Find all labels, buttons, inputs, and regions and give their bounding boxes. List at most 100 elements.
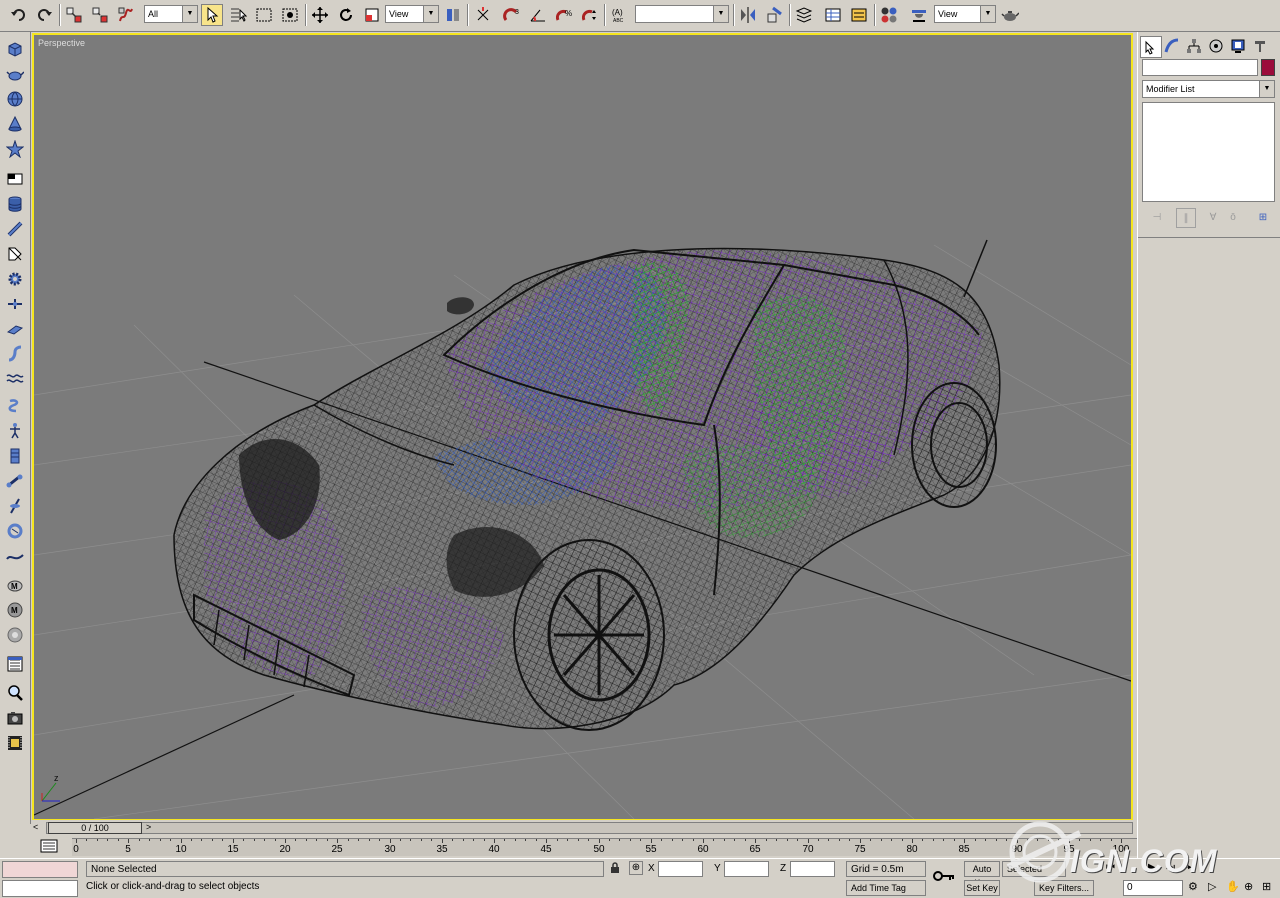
add-time-tag[interactable]: Add Time Tag	[846, 880, 926, 896]
select-and-move-icon[interactable]	[309, 4, 331, 26]
time-slider-prev[interactable]: <	[33, 822, 45, 834]
modifier-list-dropdown[interactable]: Modifier List ▼	[1142, 80, 1275, 98]
render-type-dropdown[interactable]: View ▼	[934, 5, 996, 23]
perspective-viewport[interactable]: Perspective z	[32, 33, 1133, 821]
frame-minor-tick	[902, 839, 903, 841]
selection-filter-dropdown[interactable]: All ▼	[144, 5, 198, 23]
cloth-icon[interactable]	[5, 244, 25, 264]
curve-editor-icon[interactable]	[822, 4, 844, 26]
time-slider-next[interactable]: >	[146, 822, 158, 834]
frame-minor-tick	[630, 839, 631, 841]
torus-icon[interactable]	[5, 521, 25, 541]
bind-to-space-warp-icon[interactable]	[115, 4, 137, 26]
spinner-snap-icon[interactable]	[579, 4, 601, 26]
z-coordinate-field[interactable]	[790, 861, 835, 877]
undo-icon[interactable]	[8, 4, 30, 26]
bend-icon[interactable]	[5, 344, 25, 364]
named-selection-sets-dropdown[interactable]: ▼	[635, 5, 729, 23]
list-panel-icon[interactable]	[5, 654, 25, 674]
material-editor-icon[interactable]	[878, 4, 900, 26]
frame-minor-tick	[881, 839, 882, 841]
select-and-rotate-icon[interactable]	[335, 4, 357, 26]
trackbar: 0 5 10 15 20 25 30 35 40 45 50 55 60 65 70 75 80 85 90 95 10…	[32, 836, 1137, 858]
time-slider-track[interactable]	[46, 822, 1133, 834]
biped-icon[interactable]	[5, 421, 25, 441]
show-end-result-icon[interactable]: ∥	[1176, 208, 1196, 228]
select-and-scale-icon[interactable]	[361, 4, 383, 26]
render-scene-icon[interactable]	[908, 4, 930, 26]
create-tab-icon[interactable]	[1140, 36, 1162, 58]
absolute-mode-icon[interactable]: ⊕	[629, 861, 643, 875]
sphere-icon[interactable]	[5, 89, 25, 109]
set-key-button[interactable]: Set Key	[964, 880, 1000, 896]
frame-minor-tick	[546, 839, 547, 841]
percent-snap-icon[interactable]: %	[553, 4, 575, 26]
angle-snap-icon[interactable]	[527, 4, 549, 26]
hose-icon[interactable]	[5, 446, 25, 466]
star-icon[interactable]	[5, 139, 25, 159]
frame-minor-tick	[76, 839, 77, 841]
mirror-icon[interactable]	[737, 4, 759, 26]
object-name-field[interactable]	[1142, 59, 1258, 76]
motion-m-icon[interactable]: M	[5, 575, 25, 595]
frame-minor-tick	[870, 839, 871, 841]
quick-render-teapot-icon[interactable]	[999, 4, 1021, 26]
modify-tab-icon[interactable]	[1162, 36, 1182, 56]
auto-key-button[interactable]: Auto Key	[964, 861, 1000, 888]
redo-icon[interactable]	[33, 4, 55, 26]
maxscript-listener-mini[interactable]	[2, 861, 78, 878]
object-color-swatch[interactable]	[1261, 59, 1275, 76]
time-slider-thumb[interactable]: 0 / 100	[48, 822, 142, 834]
utilities-tab-icon[interactable]	[1250, 36, 1270, 56]
wave-icon[interactable]	[5, 369, 25, 389]
modifier-stack[interactable]	[1142, 102, 1275, 202]
lock-icon[interactable]	[610, 862, 620, 874]
cone-icon[interactable]	[5, 114, 25, 134]
lathe-icon[interactable]	[5, 496, 25, 516]
zoom-extents-icon[interactable]	[5, 683, 25, 703]
configure-modifier-sets-icon[interactable]: ⊞	[1254, 208, 1272, 226]
map-sphere-icon[interactable]	[5, 625, 25, 645]
align-icon[interactable]	[763, 4, 785, 26]
pin-stack-icon[interactable]: ⊣	[1148, 208, 1166, 226]
key-icon[interactable]	[933, 869, 955, 883]
plane-icon[interactable]	[5, 319, 25, 339]
spline-icon[interactable]	[5, 546, 25, 566]
box-icon[interactable]	[5, 39, 25, 59]
video-post-icon[interactable]	[5, 733, 25, 753]
y-coordinate-field[interactable]	[724, 861, 769, 877]
reference-coordinate-dropdown[interactable]: View ▼	[385, 5, 439, 23]
maxscript-input[interactable]	[2, 880, 78, 897]
display-tab-icon[interactable]	[1228, 36, 1248, 56]
select-by-name-icon[interactable]	[227, 4, 249, 26]
hierarchy-tab-icon[interactable]	[1184, 36, 1204, 56]
select-and-link-icon[interactable]	[63, 4, 85, 26]
motion-tab-icon[interactable]	[1206, 36, 1226, 56]
window-crossing-icon[interactable]	[279, 4, 301, 26]
frame-ruler[interactable]: 0 5 10 15 20 25 30 35 40 45 50 55 60 65 70 75 80 85 90 95 10…	[72, 838, 1137, 856]
render-camera-icon[interactable]	[5, 708, 25, 728]
pivot-center-icon[interactable]	[442, 4, 464, 26]
open-mini-curve-editor-icon[interactable]	[40, 839, 58, 853]
camera-front-icon[interactable]	[5, 169, 25, 189]
snap-toggle-icon[interactable]: 3	[501, 4, 523, 26]
select-and-manipulate-icon[interactable]	[472, 4, 494, 26]
material-sphere-icon[interactable]: M	[5, 600, 25, 620]
unlink-selection-icon[interactable]	[89, 4, 111, 26]
tube-icon[interactable]	[5, 219, 25, 239]
make-unique-icon[interactable]: ∀	[1204, 208, 1222, 226]
pin-icon[interactable]	[5, 294, 25, 314]
frame-minor-tick	[431, 839, 432, 841]
layer-manager-icon[interactable]	[793, 4, 815, 26]
select-object-icon[interactable]	[201, 4, 223, 26]
rectangular-selection-icon[interactable]	[253, 4, 275, 26]
edit-named-selection-icon[interactable]: (A) ABC	[609, 4, 631, 26]
schematic-view-icon[interactable]	[848, 4, 870, 26]
gear-icon[interactable]	[5, 269, 25, 289]
x-coordinate-field[interactable]	[658, 861, 703, 877]
cylinder-stack-icon[interactable]	[5, 194, 25, 214]
remove-modifier-icon[interactable]: ō	[1224, 208, 1242, 226]
teapot-icon[interactable]	[5, 64, 25, 84]
bone-icon[interactable]	[5, 471, 25, 491]
helix-icon[interactable]	[5, 396, 25, 416]
